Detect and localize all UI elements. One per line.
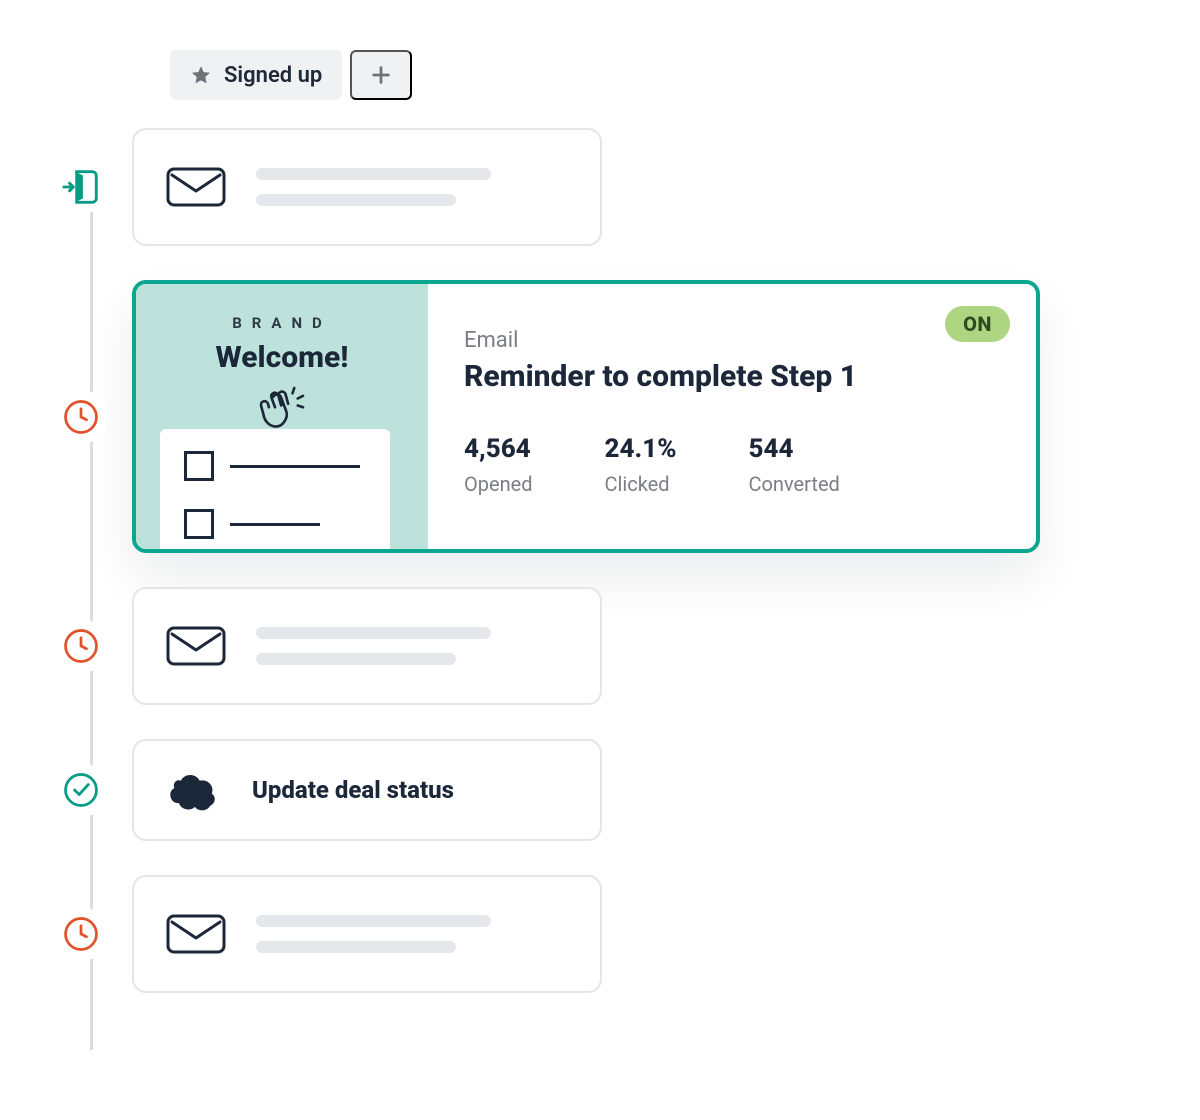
stat-opened: 4,564Opened — [464, 434, 533, 496]
entry-node — [60, 166, 102, 208]
delay-node — [60, 396, 102, 438]
stat-converted: 544Converted — [749, 434, 840, 496]
status-badge: ON — [945, 306, 1010, 342]
timeline-step-entry — [60, 128, 1140, 246]
add-segment-button[interactable] — [350, 50, 412, 100]
envelope-icon — [164, 163, 228, 211]
email-step-card[interactable] — [132, 875, 602, 993]
email-preview: BRAND Welcome! — [136, 284, 428, 549]
wave-hand-icon — [254, 381, 310, 437]
email-step-card-selected[interactable]: BRAND Welcome! ON Email — [132, 280, 1040, 553]
email-meta: ON Email Reminder to complete Step 1 4,5… — [428, 284, 1036, 549]
star-icon — [190, 64, 212, 86]
timeline-step-action: Update deal status — [60, 739, 1140, 841]
step-title: Reminder to complete Step 1 — [464, 359, 1000, 394]
delay-node — [60, 913, 102, 955]
envelope-icon — [164, 910, 228, 958]
segment-chip-label: Signed up — [224, 63, 322, 88]
entry-door-icon — [60, 165, 102, 209]
envelope-icon — [164, 622, 228, 670]
preview-checklist — [160, 429, 390, 549]
placeholder-lines — [256, 915, 491, 953]
clock-icon — [61, 397, 101, 437]
timeline-step-email — [60, 587, 1140, 705]
plus-icon — [370, 64, 392, 86]
success-node — [60, 769, 102, 811]
delay-node — [60, 625, 102, 667]
placeholder-lines — [256, 168, 491, 206]
segment-chips: Signed up — [170, 50, 1140, 100]
email-step-card[interactable] — [132, 128, 602, 246]
preview-headline: Welcome! — [216, 340, 349, 375]
step-type-label: Email — [464, 328, 1000, 353]
segment-chip-signed-up[interactable]: Signed up — [170, 50, 342, 100]
action-step-card[interactable]: Update deal status — [132, 739, 602, 841]
timeline-step-selected: BRAND Welcome! ON Email — [60, 280, 1140, 553]
placeholder-lines — [256, 627, 491, 665]
stat-clicked: 24.1%Clicked — [605, 434, 677, 496]
email-step-card[interactable] — [132, 587, 602, 705]
preview-brand: BRAND — [160, 314, 404, 332]
clock-icon — [61, 626, 101, 666]
check-circle-icon — [61, 770, 101, 810]
clock-icon — [61, 914, 101, 954]
action-step-label: Update deal status — [252, 776, 454, 804]
timeline-step-email — [60, 875, 1140, 993]
step-stats: 4,564Opened 24.1%Clicked 544Converted — [464, 434, 1000, 496]
timeline: BRAND Welcome! ON Email — [60, 128, 1140, 993]
salesforce-cloud-icon — [164, 760, 224, 820]
